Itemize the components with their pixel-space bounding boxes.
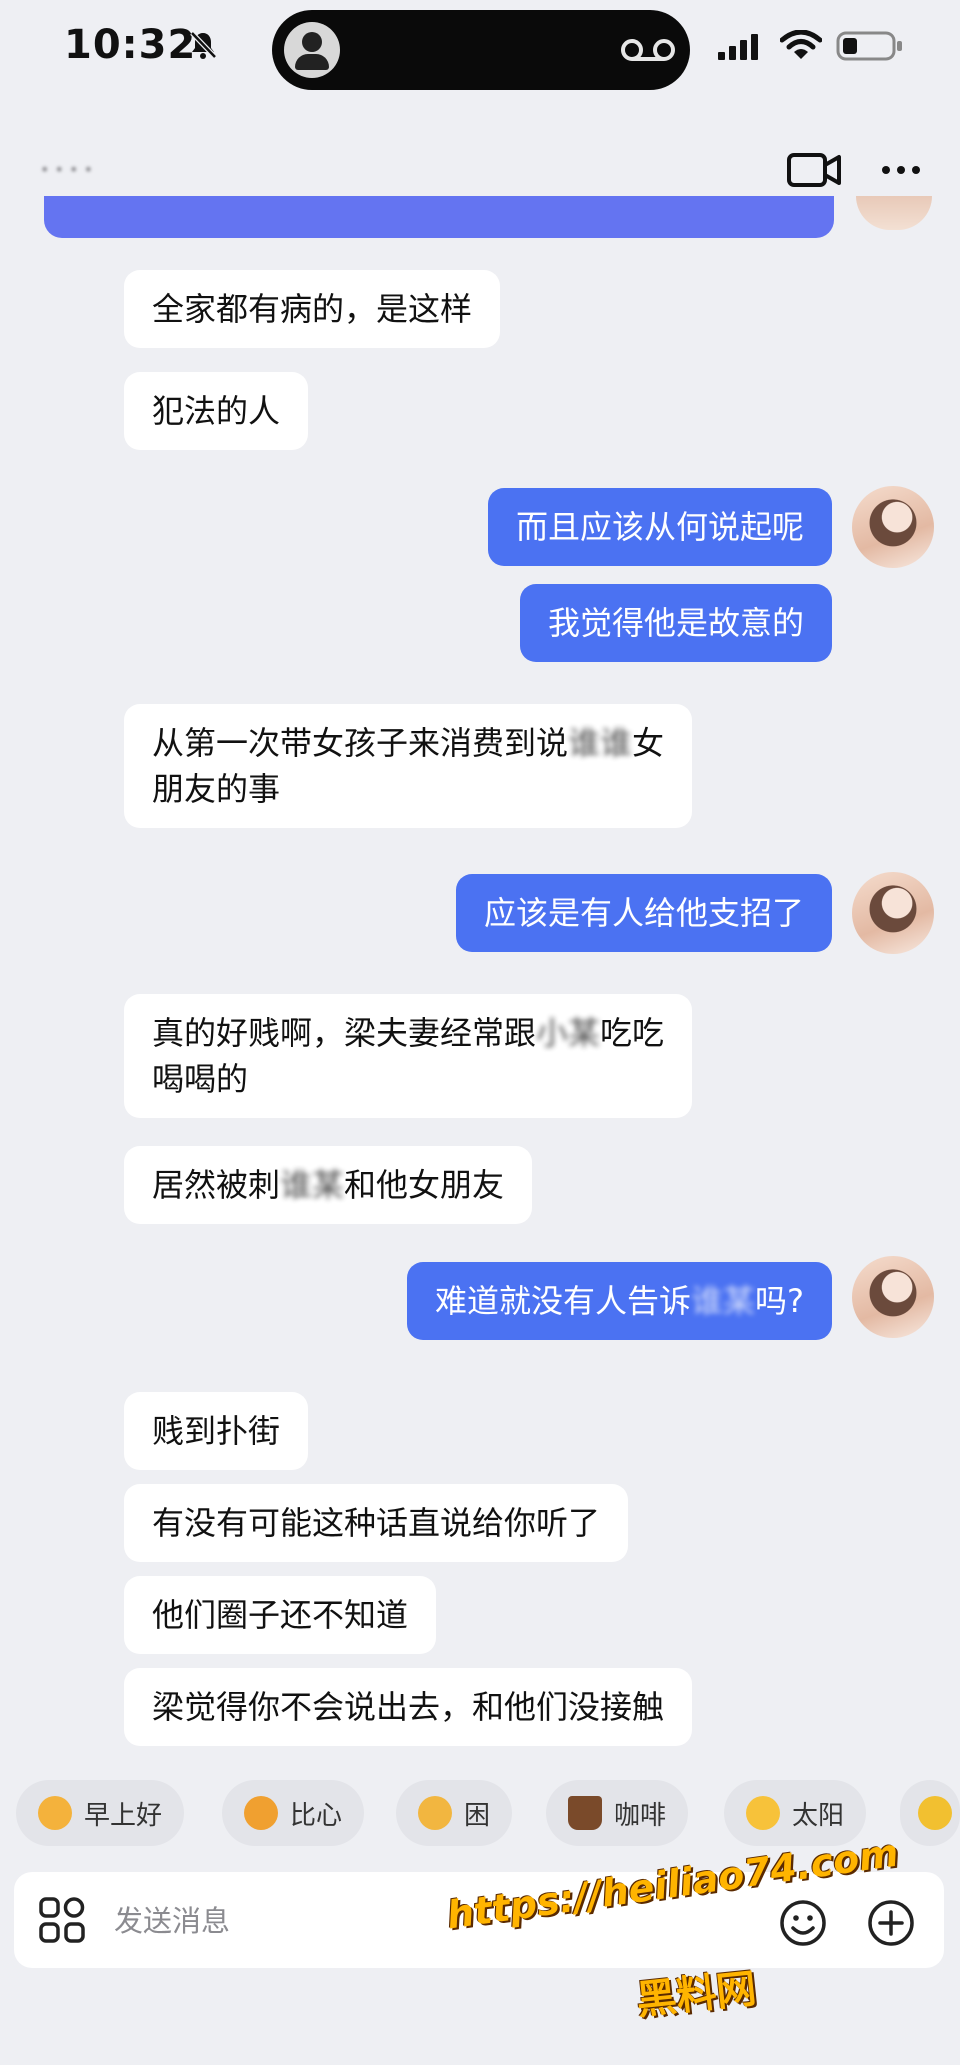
avatar	[856, 196, 932, 230]
dynamic-island	[272, 10, 690, 90]
message-text: 和他女朋友	[344, 1166, 505, 1204]
status-time: 10:32	[64, 22, 197, 68]
message-text: 犯法的人	[152, 392, 281, 430]
voicemail-icon	[621, 39, 675, 61]
message-bubble-incoming[interactable]: 梁觉得你不会说出去，和他们没接触	[124, 1668, 693, 1746]
message-bubble-outgoing[interactable]: 难道就没有人告诉谁某吗?	[406, 1262, 832, 1340]
quick-reply-bar: 早上好 比心 困 咖啡 太阳	[0, 1780, 960, 1850]
message-bubble-incoming[interactable]: 真的好贱啊，梁夫妻经常跟小某吃吃 喝喝的	[124, 994, 693, 1118]
quick-reply-chip[interactable]: 困	[396, 1780, 513, 1846]
cellular-signal-icon	[718, 34, 758, 60]
message-bubble-outgoing[interactable]: 应该是有人给他支招了	[455, 874, 832, 952]
battery-icon	[836, 31, 902, 61]
heart-hands-emoji-icon	[244, 1796, 278, 1830]
message-bubble-incoming[interactable]: 全家都有病的，是这样	[124, 270, 501, 348]
message-bubble-incoming[interactable]: 他们圈子还不知道	[124, 1576, 437, 1654]
quick-reply-chip[interactable]: 早上好	[16, 1780, 185, 1846]
message-bubble-incoming[interactable]: 贱到扑街	[124, 1392, 309, 1470]
message-bubble-outgoing[interactable]: 而且应该从何说起呢	[487, 488, 832, 566]
more-dots-icon[interactable]	[876, 152, 926, 188]
message-bubble-incoming[interactable]: 有没有可能这种话直说给你听了	[124, 1484, 629, 1562]
quick-reply-chip[interactable]: 咖啡	[546, 1780, 689, 1846]
message-bubble-outgoing[interactable]: 我觉得他是故意的	[519, 584, 832, 662]
message-text: 应该是有人给他支招了	[483, 894, 804, 932]
bell-muted-icon	[190, 31, 217, 59]
previous-message-bubble	[44, 196, 834, 238]
chip-label: 太阳	[792, 1800, 845, 1831]
message-text: 我觉得他是故意的	[547, 604, 804, 642]
watermark: https://heiliao74.com 黑料网	[444, 1831, 904, 2024]
redacted-text: 谁某	[280, 1166, 345, 1204]
message-text: 而且应该从何说起呢	[515, 508, 804, 546]
apps-grid-icon[interactable]	[38, 1896, 86, 1944]
message-text: 有没有可能这种话直说给你听了	[152, 1504, 601, 1542]
message-text: 居然被刺	[152, 1166, 281, 1204]
message-text: 他们圈子还不知道	[152, 1596, 409, 1634]
caller-avatar-icon	[284, 22, 340, 78]
redacted-text: 谁谁	[568, 724, 633, 762]
message-text: 全家都有病的，是这样	[152, 290, 473, 328]
chip-label: 困	[464, 1800, 491, 1831]
contact-name[interactable]: • • • •	[40, 160, 93, 179]
quick-reply-chip[interactable]: 太阳	[724, 1780, 867, 1846]
message-text: 贱到扑街	[152, 1412, 281, 1450]
sleepy-emoji-icon	[418, 1796, 452, 1830]
coffee-emoji-icon	[568, 1796, 602, 1830]
message-text: 真的好贱啊，梁夫妻经常跟	[152, 1014, 537, 1052]
avatar[interactable]	[852, 486, 934, 568]
sun-emoji-icon	[746, 1796, 780, 1830]
message-text: 从第一次带女孩子来消费到说	[152, 724, 569, 762]
redacted-text: 小某	[536, 1014, 601, 1052]
video-camera-icon[interactable]	[786, 150, 842, 190]
quick-reply-chip[interactable]	[900, 1780, 960, 1846]
message-text: 梁觉得你不会说出去，和他们没接触	[152, 1688, 665, 1726]
chip-label: 咖啡	[614, 1800, 667, 1831]
avatar[interactable]	[852, 872, 934, 954]
message-text: 难道就没有人告诉	[434, 1282, 691, 1320]
avatar[interactable]	[852, 1256, 934, 1338]
message-text: 吗?	[755, 1282, 804, 1320]
redacted-text: 谁某	[690, 1282, 755, 1320]
chip-label: 比心	[290, 1800, 343, 1831]
quick-reply-chip[interactable]: 比心	[222, 1780, 365, 1846]
message-bubble-incoming[interactable]: 犯法的人	[124, 372, 309, 450]
chip-label: 早上好	[84, 1800, 163, 1831]
status-bar: 10:32	[0, 0, 960, 100]
sunrise-emoji-icon	[38, 1796, 72, 1830]
wifi-icon	[780, 30, 822, 59]
watermark-name: 黑料网	[634, 1965, 759, 2025]
message-bubble-incoming[interactable]: 居然被刺谁某和他女朋友	[124, 1146, 533, 1224]
emoji-icon	[918, 1796, 952, 1830]
message-bubble-incoming[interactable]: 从第一次带女孩子来消费到说谁谁女 朋友的事	[124, 704, 693, 828]
